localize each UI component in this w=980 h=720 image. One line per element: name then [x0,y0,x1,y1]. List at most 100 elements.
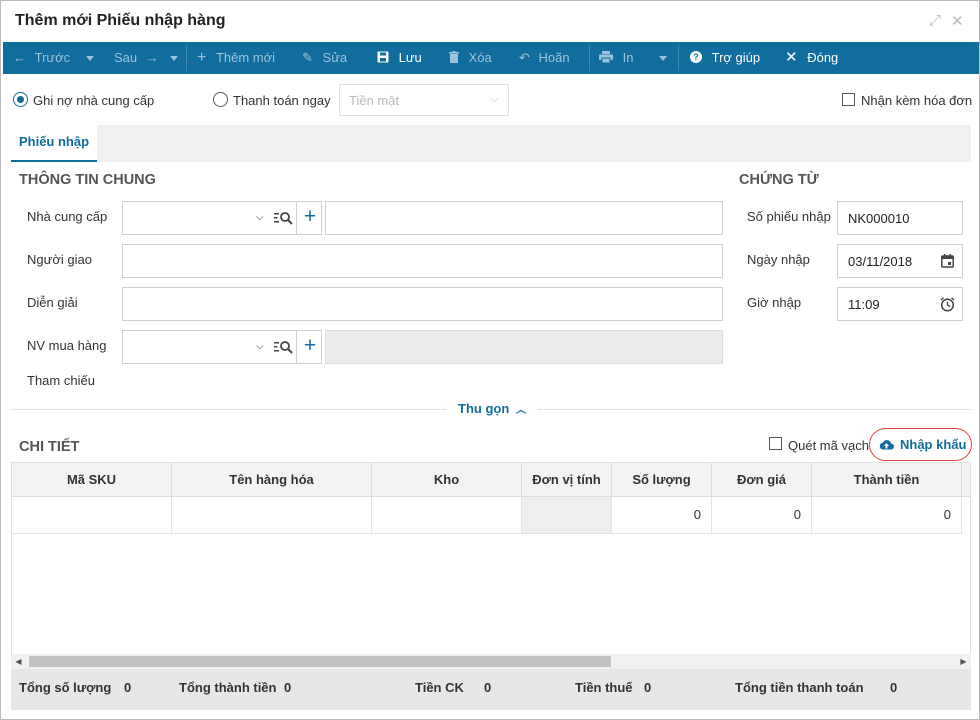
undo-icon: ↶ [519,50,530,65]
expand-icon[interactable]: ⤢ [929,12,941,29]
cell-amount: 0 [812,497,962,534]
toolbar-separator [589,45,590,71]
add-supplier-button[interactable]: + [296,202,323,234]
document-section-title: CHỨNG TỪ [739,172,819,188]
cell-unit-price[interactable]: 0 [712,497,812,534]
import-label: Nhập khẩu [900,437,967,452]
total-amount-value: 0 [284,680,292,695]
buyer-combo[interactable]: ⌵ + [122,330,322,364]
barcode-checkbox-label: Quét mã vạch [788,438,869,453]
tab-bar: Phiếu nhập [11,125,971,162]
total-quantity-value: 0 [124,680,132,695]
deliverer-input[interactable] [122,244,723,278]
chevron-down-icon[interactable] [659,56,668,62]
cell-warehouse[interactable] [372,497,522,534]
help-button[interactable]: ? Trợ giúp [690,42,760,74]
payment-method-select: Tiền mặt ⌵ [339,84,509,116]
edit-button[interactable]: ✎ Sửa [302,42,347,74]
reference-label: Tham chiếu [27,373,95,388]
column-header[interactable]: Tên hàng hóa [172,463,372,497]
barcode-checkbox[interactable] [769,437,782,450]
pencil-icon: ✎ [302,50,313,65]
print-label: In [622,50,634,65]
cell-name[interactable] [172,497,372,534]
search-icon[interactable] [274,210,294,226]
radio-pay-now-label: Thanh toán ngay [233,93,331,108]
total-quantity-label: Tổng số lượng [19,680,112,695]
clock-icon[interactable] [940,297,955,312]
collapse-button[interactable]: Thu gọn ︿ [446,401,538,419]
buyer-name-input [325,330,723,364]
column-header[interactable]: Mã SKU [12,463,172,497]
radio-pay-now[interactable] [213,92,228,107]
cell-sku[interactable] [12,497,172,534]
total-amount-label: Tổng thành tiền [179,680,277,695]
toolbar-separator [186,45,187,71]
receipt-date-value: 03/11/2018 [848,254,913,269]
column-header[interactable]: Đơn giá [712,463,812,497]
detail-grid: Mã SKU Tên hàng hóa Kho Đơn vị tính Số l… [11,462,971,668]
close-label: Đóng [807,50,839,65]
svg-text:?: ? [693,52,699,62]
tax-label: Tiền thuế [575,680,633,695]
invoice-checkbox-label: Nhận kèm hóa đơn [861,93,973,108]
close-icon[interactable]: ✕ [951,12,964,30]
dialog-window: Thêm mới Phiếu nhập hàng ⤢ ✕ ← Trước Sau… [0,0,980,720]
collapse-label: Thu gọn [458,401,510,416]
delete-button[interactable]: Xóa [449,42,492,74]
cell-quantity[interactable]: 0 [612,497,712,534]
column-header[interactable]: Số lượng [612,463,712,497]
deliverer-label: Người giao [27,252,92,267]
chevron-down-icon[interactable]: ⌵ [256,341,264,352]
receipt-date-label: Ngày nhập [747,252,810,267]
save-icon [377,50,393,65]
add-buyer-button[interactable]: + [296,331,323,363]
undo-label: Hoãn [538,50,570,65]
column-header[interactable]: Thành tiền [812,463,962,497]
trash-icon [449,50,463,65]
grid-horizontal-scrollbar[interactable]: ◀ ▶ [11,654,971,669]
column-header[interactable]: Kho [372,463,522,497]
undo-button[interactable]: ↶ Hoãn [519,42,570,74]
supplier-name-input[interactable] [325,201,723,235]
total-payment-label: Tổng tiền thanh toán [735,680,864,695]
receipt-number-input[interactable]: NK000010 [837,201,963,235]
chevron-up-icon: ︿ [515,405,526,416]
next-button[interactable]: Sau → [114,42,179,74]
radio-debt[interactable] [13,92,28,107]
supplier-label: Nhà cung cấp [27,209,108,224]
chevron-down-icon[interactable] [170,56,179,62]
cell-unit [522,497,612,534]
chevron-down-icon[interactable] [85,56,94,62]
chevron-down-icon[interactable]: ⌵ [256,212,264,223]
receipt-time-input[interactable]: 11:09 [837,287,963,321]
scroll-left-icon[interactable]: ◀ [11,654,26,669]
scroll-thumb[interactable] [29,656,611,667]
prev-button[interactable]: ← Trước [13,42,94,74]
payment-method-value: Tiền mặt [349,93,400,108]
toolbar-separator [678,45,679,71]
supplier-combo[interactable]: ⌵ + [122,201,322,235]
chevron-down-icon: ⌵ [490,94,498,105]
column-header[interactable]: Đơn vị tính [522,463,612,497]
calendar-icon[interactable] [941,254,954,268]
add-button[interactable]: + Thêm mới [197,42,275,74]
receipt-date-input[interactable]: 03/11/2018 [837,244,963,278]
search-icon[interactable] [274,339,294,355]
column-header-filler [962,463,970,497]
receipt-time-value: 11:09 [848,297,880,312]
description-input[interactable] [122,287,723,321]
tab-receipt[interactable]: Phiếu nhập [11,125,97,162]
invoice-checkbox[interactable] [842,93,855,106]
save-button[interactable]: Lưu [377,42,422,74]
discount-label: Tiền CK [415,680,464,695]
plus-icon: + [197,49,207,66]
detail-section-title: CHI TIẾT [19,439,80,455]
help-label: Trợ giúp [711,50,761,65]
scroll-right-icon[interactable]: ▶ [956,654,971,669]
print-button[interactable]: In [599,42,668,74]
import-button[interactable]: Nhập khẩu [869,428,972,461]
close-button[interactable]: ✕ Đóng [785,42,838,74]
total-payment-value: 0 [890,680,898,695]
help-icon: ? [690,50,706,65]
